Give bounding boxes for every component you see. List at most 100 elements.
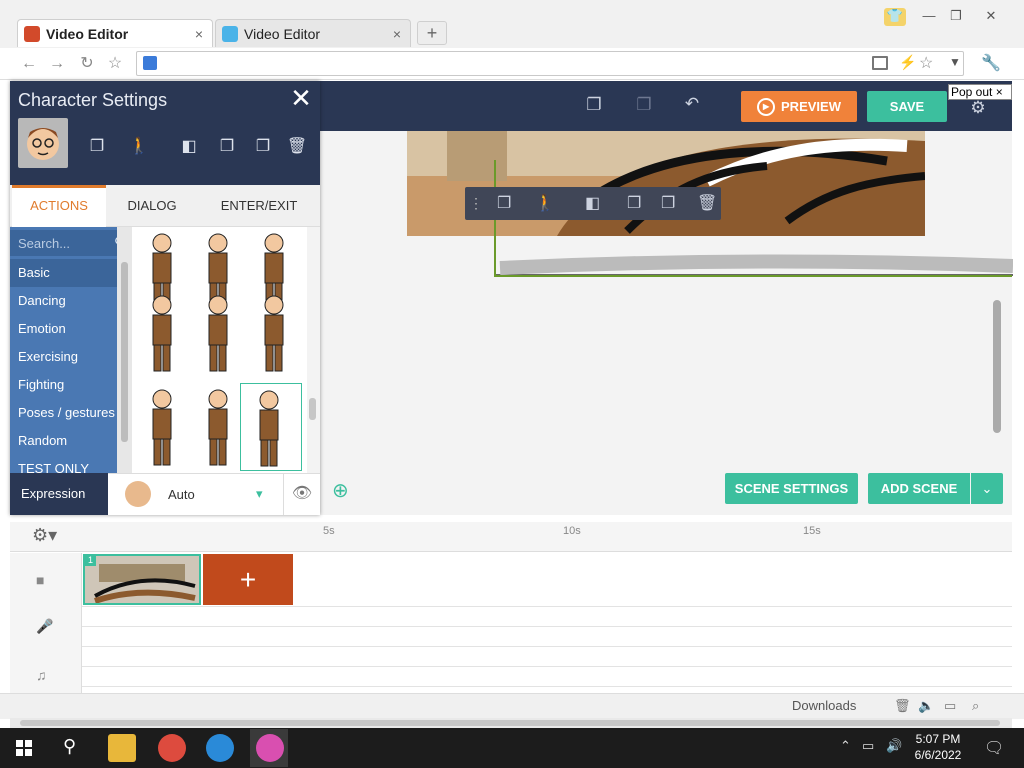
clip-preview-image <box>85 556 199 604</box>
category-basic[interactable]: Basic <box>10 259 117 287</box>
tools-wrench-icon[interactable]: 🔧 <box>981 53 1001 73</box>
scene-canvas[interactable] <box>407 131 925 236</box>
clock-date: 6/6/2022 <box>914 748 962 762</box>
app-rainbow-icon[interactable] <box>256 734 284 762</box>
tab-dialog[interactable]: DIALOG <box>107 185 197 227</box>
category-emotion[interactable]: Emotion <box>10 315 117 343</box>
maximize-button[interactable]: ❐ <box>945 8 967 26</box>
pose-grid-scrollbar[interactable] <box>307 227 320 473</box>
scene-settings-button[interactable]: SCENE SETTINGS <box>725 473 858 504</box>
category-test-only[interactable]: TEST ONLY <box>10 455 117 473</box>
search-icon[interactable]: ⚲ <box>63 736 76 757</box>
paste-icon[interactable]: ❐ <box>250 136 276 162</box>
edge-icon[interactable] <box>206 734 234 762</box>
speaker-icon[interactable]: 🔈 <box>918 698 934 714</box>
window-icon[interactable]: ▭ <box>944 698 956 714</box>
add-scene-dropdown-icon[interactable]: ⌄ <box>971 473 1003 504</box>
pose-thumbnail[interactable] <box>134 383 190 471</box>
downloads-link[interactable]: Downloads <box>792 698 856 713</box>
minimize-button[interactable]: — <box>918 8 940 26</box>
horizontal-scrollbar-thumb[interactable] <box>20 720 1000 726</box>
zoom-in-icon[interactable]: ⊕ <box>332 478 356 502</box>
stage-vertical-scrollbar[interactable] <box>993 300 1001 433</box>
trash-icon[interactable]: 🗑 <box>284 136 310 162</box>
tab-close-icon[interactable]: × <box>192 26 206 42</box>
copy-icon[interactable]: ❐ <box>214 136 240 162</box>
tab-enter-exit[interactable]: ENTER/EXIT <box>198 185 320 227</box>
character-face-icon <box>27 128 59 160</box>
timeline-gear-icon[interactable]: ⚙▾ <box>32 525 57 546</box>
preview-button[interactable]: ▶ PREVIEW <box>741 91 857 122</box>
trash-icon[interactable]: 🗑 <box>894 698 911 714</box>
category-poses-gestures[interactable]: Poses / gestures <box>10 399 117 427</box>
bookmark-star-icon[interactable]: ☆ <box>104 53 126 75</box>
pose-thumbnail[interactable] <box>134 289 190 377</box>
scene-artwork <box>407 131 925 236</box>
trash-icon[interactable]: 🗑 <box>697 193 717 213</box>
taskbar-clock[interactable]: 5:07 PM 6/6/2022 <box>908 731 968 763</box>
drag-handle-icon[interactable]: ⋮ <box>469 195 483 212</box>
chevron-down-icon[interactable]: ▾ <box>256 486 263 502</box>
star-icon[interactable]: ☆ <box>919 53 933 73</box>
save-button[interactable]: SAVE <box>867 91 947 122</box>
expression-select[interactable]: Auto <box>168 487 195 502</box>
paste-icon[interactable]: ❐ <box>661 193 675 213</box>
volume-icon[interactable]: 🔊 <box>886 738 902 754</box>
swap-character-icon[interactable]: ❐ <box>84 136 110 162</box>
extension-shirt-icon[interactable]: 👕 <box>884 8 906 26</box>
tab-close-icon[interactable]: × <box>390 26 404 42</box>
windows-start-icon[interactable] <box>16 740 32 756</box>
flip-icon[interactable]: ◧ <box>176 136 202 162</box>
pose-thumbnail[interactable] <box>190 289 246 377</box>
pose-thumbnail[interactable] <box>246 227 302 310</box>
back-icon[interactable]: ← <box>18 53 40 75</box>
chrome-icon[interactable] <box>158 734 186 762</box>
walk-icon[interactable]: 🚶 <box>535 193 555 213</box>
microphone-icon: 🎤 <box>36 618 54 634</box>
undo-icon[interactable]: ↶ <box>680 94 704 116</box>
notification-icon[interactable]: 🗨 <box>984 738 1004 758</box>
forward-icon[interactable]: → <box>46 53 68 75</box>
new-tab-button[interactable]: + <box>417 21 447 45</box>
reload-icon[interactable]: ↻ <box>76 53 98 75</box>
scene-clip-thumbnail[interactable] <box>83 554 201 605</box>
eye-icon[interactable]: 👁 <box>283 473 320 515</box>
swap-icon[interactable]: ❐ <box>497 193 511 213</box>
expression-face-icon <box>125 481 151 507</box>
pose-thumbnail[interactable] <box>246 289 302 377</box>
close-window-button[interactable]: ✕ <box>980 8 1002 26</box>
walk-icon[interactable]: 🚶 <box>126 136 152 162</box>
address-bar[interactable]: ⚡ ☆ ▼ <box>136 51 964 76</box>
pose-thumbnail[interactable] <box>134 227 190 310</box>
pose-grid-scrollbar-thumb[interactable] <box>309 398 316 420</box>
copy-icon[interactable]: ❐ <box>582 95 606 117</box>
settings-gear-icon[interactable]: ⚙ <box>966 98 990 120</box>
category-exercising[interactable]: Exercising <box>10 343 117 371</box>
tab-actions[interactable]: ACTIONS <box>12 185 106 227</box>
dropdown-caret-icon[interactable]: ▼ <box>949 55 961 69</box>
flip-icon[interactable]: ◧ <box>585 193 600 213</box>
file-explorer-icon[interactable] <box>108 734 136 762</box>
browser-tab-active[interactable]: Video Editor × <box>17 19 213 47</box>
pose-thumbnail[interactable] <box>240 383 302 471</box>
lightning-icon[interactable]: ⚡ <box>899 54 916 71</box>
panel-close-button[interactable]: ✕ <box>289 84 313 112</box>
chevron-up-icon[interactable]: ⌃ <box>840 738 851 754</box>
screen-icon[interactable] <box>872 56 888 70</box>
add-scene-button[interactable]: ADD SCENE <box>868 473 970 504</box>
zoom-icon[interactable]: ⌕ <box>972 698 979 714</box>
category-dancing[interactable]: Dancing <box>10 287 117 315</box>
category-random[interactable]: Random <box>10 427 117 455</box>
add-clip-button[interactable]: + <box>203 554 293 605</box>
pose-thumbnail[interactable] <box>190 227 246 310</box>
network-icon[interactable]: ▭ <box>862 738 874 754</box>
category-scrollbar-thumb[interactable] <box>121 262 128 442</box>
pose-thumbnail[interactable] <box>190 383 246 471</box>
pop-out-close-icon[interactable]: × <box>996 85 1003 99</box>
copy-icon[interactable]: ❐ <box>627 193 641 213</box>
clip-number-badge: 1 <box>85 555 96 566</box>
category-fighting[interactable]: Fighting <box>10 371 117 399</box>
selection-handle-line[interactable] <box>494 275 1012 277</box>
character-avatar[interactable] <box>18 118 68 168</box>
browser-tab-inactive[interactable]: Video Editor × <box>215 19 411 47</box>
